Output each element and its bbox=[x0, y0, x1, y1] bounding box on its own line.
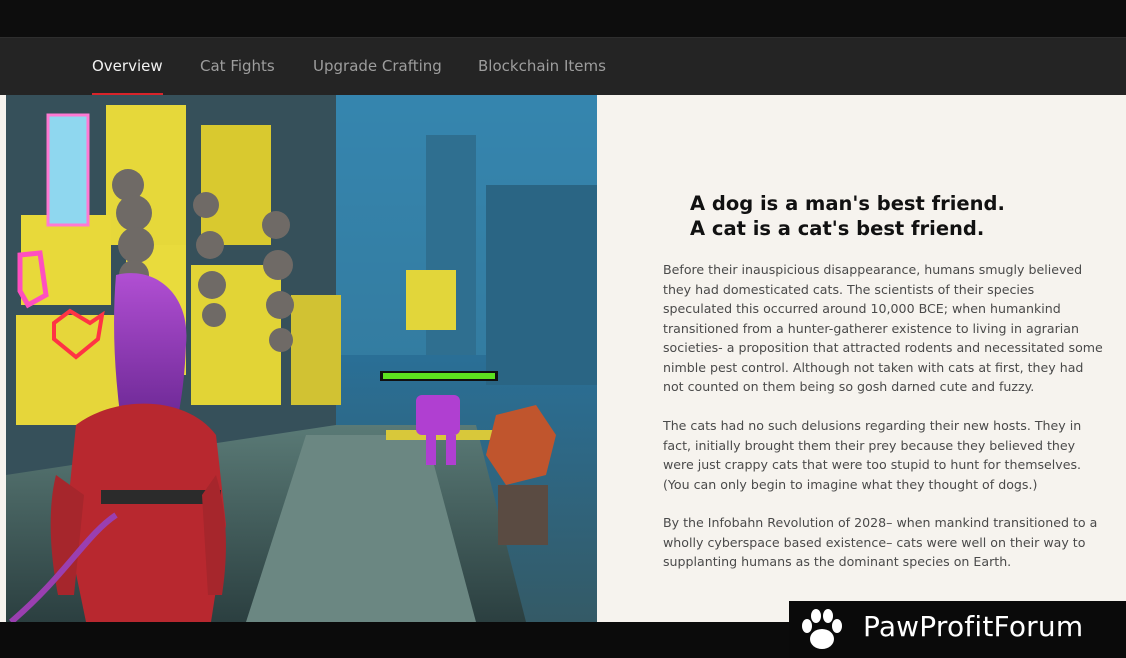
lore-paragraph-2: The cats had no such delusions regarding… bbox=[663, 418, 1082, 492]
lore-text-panel: A dog is a man's best friend. A cat is a… bbox=[597, 95, 1126, 622]
lore-paragraph-3: By the Infobahn Revolution of 2028– when… bbox=[663, 515, 1098, 569]
tab-overview-label: Overview bbox=[92, 57, 163, 75]
tab-cat-fights-label: Cat Fights bbox=[200, 57, 275, 75]
tab-cat-fights[interactable]: Cat Fights bbox=[200, 38, 275, 96]
top-strip bbox=[0, 0, 1126, 37]
forum-watermark: PawProfitForum bbox=[789, 601, 1126, 658]
hero-game-artwork bbox=[6, 95, 597, 622]
lore-paragraph-1: Before their inauspicious disappearance,… bbox=[663, 262, 1103, 394]
watermark-text: PawProfitForum bbox=[863, 610, 1084, 643]
tab-upgrade-crafting-label: Upgrade Crafting bbox=[313, 57, 442, 75]
paw-icon bbox=[802, 609, 842, 649]
tab-overview[interactable]: Overview bbox=[92, 38, 163, 96]
tab-blockchain-items[interactable]: Blockchain Items bbox=[478, 38, 606, 96]
headline-line-2: A cat is a cat's best friend. bbox=[690, 217, 985, 240]
section-nav: Overview Cat Fights Upgrade Crafting Blo… bbox=[0, 37, 1126, 96]
tab-upgrade-crafting[interactable]: Upgrade Crafting bbox=[313, 38, 442, 96]
tab-blockchain-items-label: Blockchain Items bbox=[478, 57, 606, 75]
headline-line-1: A dog is a man's best friend. bbox=[690, 192, 1005, 215]
overview-content: A dog is a man's best friend. A cat is a… bbox=[0, 95, 1126, 622]
headline: A dog is a man's best friend. A cat is a… bbox=[690, 191, 1090, 241]
